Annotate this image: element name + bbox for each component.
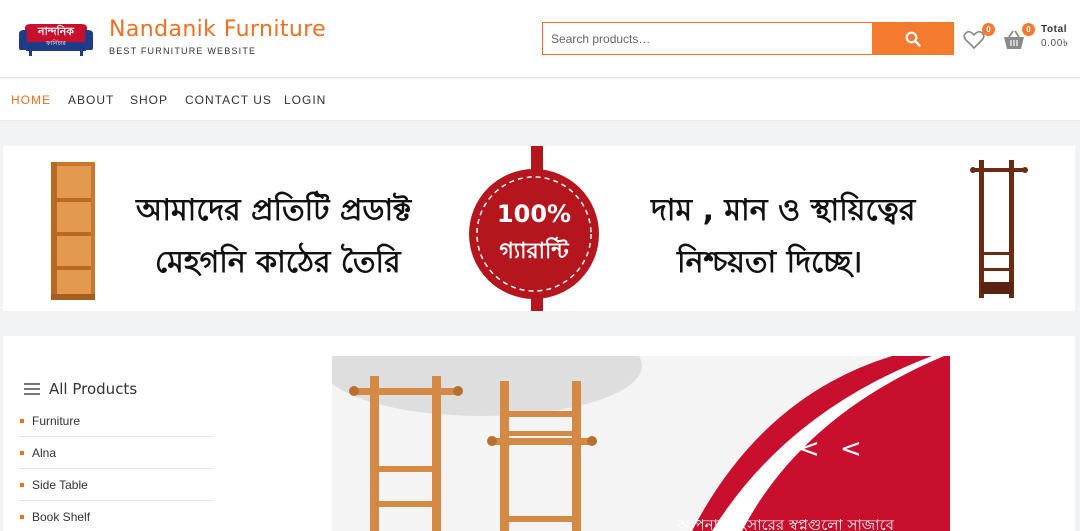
banner-right-line2: নিশ্চয়তা দিচ্ছে। <box>677 245 863 280</box>
seal-guarantee: গ্যারান্টি <box>499 239 569 264</box>
coat-stand-image <box>970 160 1028 298</box>
promo-slider[interactable]: < < আপনার সংসারের স্বপ্নগুলো সাজাবে <box>332 356 950 531</box>
search-input[interactable] <box>542 22 873 55</box>
bullet-icon <box>20 482 24 487</box>
wishlist-count-badge: 0 <box>982 23 995 36</box>
site-header: নান্দনিক ফার্নিচার Nandanik Furniture BE… <box>0 0 1080 78</box>
cart-total-value: 0.00৳ <box>1041 38 1069 49</box>
logo-subtext: ফার্নিচার <box>46 40 66 47</box>
category-label: Alna <box>32 445 57 460</box>
category-item[interactable]: Alna <box>20 437 213 469</box>
banner-left-line1: আমাদের প্রতিটি প্রডাক্ট <box>136 193 412 228</box>
promo-banner[interactable]: আমাদের প্রতিটি প্রডাক্ট মেহগনি কাঠের তৈর… <box>3 146 1075 311</box>
category-label: Side Table <box>32 477 88 492</box>
bookshelf-image <box>51 162 95 300</box>
category-label: Book Shelf <box>32 510 91 524</box>
heart-icon <box>963 30 985 50</box>
nav-contact-us[interactable]: CONTACT US <box>185 93 272 107</box>
category-label: Furniture <box>32 413 81 428</box>
category-header[interactable]: All Products <box>24 380 137 398</box>
main-nav: HOME ABOUT SHOP CONTACT US LOGIN <box>0 79 1080 121</box>
category-item[interactable]: Book Shelf <box>20 501 213 531</box>
category-item[interactable]: Furniture <box>20 405 213 437</box>
nav-shop[interactable]: SHOP <box>130 93 168 107</box>
category-item[interactable]: Side Table <box>20 469 213 501</box>
site-logo[interactable]: নান্দনিক ফার্নিচার <box>17 22 95 58</box>
logo-text: নান্দনিক <box>38 25 74 38</box>
banner-right-line1: দাম , মান ও স্থায়িত্বের <box>651 193 916 228</box>
bullet-icon <box>20 515 24 519</box>
promo-caption: আপনার সংসারের স্বপ্নগুলো সাজাবে <box>677 516 894 531</box>
search-icon <box>905 31 921 47</box>
cart-button[interactable]: 0 <box>1002 23 1035 51</box>
menu-icon <box>24 383 40 395</box>
search-button[interactable] <box>872 22 954 55</box>
chevrons-left-icon: < < <box>798 434 868 464</box>
category-title: All Products <box>49 380 138 398</box>
cart-count-badge: 0 <box>1022 23 1035 36</box>
seal-percent: 100% <box>496 200 572 228</box>
nav-home[interactable]: HOME <box>11 93 51 107</box>
wishlist-button[interactable]: 0 <box>963 23 995 50</box>
bullet-icon <box>20 418 24 423</box>
nav-about[interactable]: ABOUT <box>68 93 114 107</box>
cart-total-label: Total <box>1041 24 1068 35</box>
bullet-icon <box>20 450 24 455</box>
nav-login[interactable]: LOGIN <box>284 93 326 107</box>
site-name[interactable]: Nandanik Furniture <box>109 17 326 42</box>
banner-left-line2: মেহগনি কাঠের তৈরি <box>155 245 401 280</box>
site-tagline: BEST FURNITURE WEBSITE <box>109 46 257 56</box>
